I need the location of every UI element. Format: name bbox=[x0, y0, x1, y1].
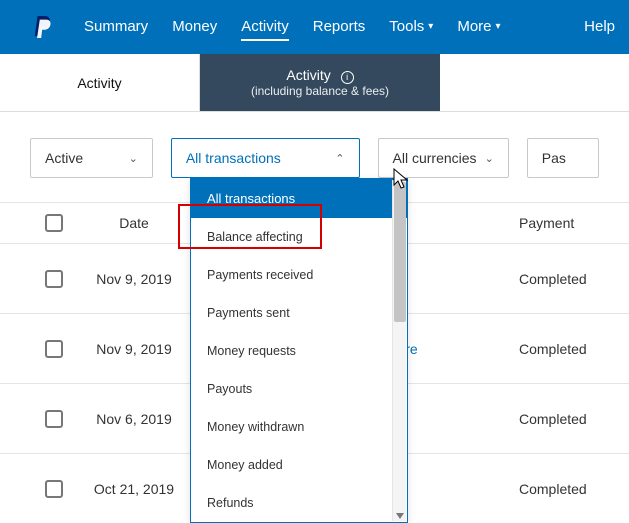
row-date: Nov 9, 2019 bbox=[74, 341, 194, 357]
dropdown-option-refunds[interactable]: Refunds bbox=[191, 484, 407, 522]
dropdown-option-payments-received[interactable]: Payments received bbox=[191, 256, 407, 294]
filter-status-label: Active bbox=[45, 150, 83, 166]
row-checkbox[interactable] bbox=[45, 410, 63, 428]
dropdown-option-money-added[interactable]: Money added bbox=[191, 446, 407, 484]
filter-transactions-label: All transactions bbox=[186, 150, 281, 166]
nav-money[interactable]: Money bbox=[172, 14, 217, 41]
row-checkbox[interactable] bbox=[45, 480, 63, 498]
paypal-logo bbox=[32, 14, 54, 40]
chevron-down-icon: ⌄ bbox=[485, 152, 494, 165]
filter-currency-label: All currencies bbox=[393, 150, 477, 166]
filter-currency[interactable]: All currencies ⌄ bbox=[378, 138, 509, 178]
nav-summary[interactable]: Summary bbox=[84, 14, 148, 41]
chevron-down-icon: ▾ bbox=[428, 21, 433, 32]
row-status: Completed bbox=[519, 271, 619, 287]
row-date: Nov 9, 2019 bbox=[74, 271, 194, 287]
row-date: Oct 21, 2019 bbox=[74, 481, 194, 497]
filter-date-range[interactable]: Pas bbox=[527, 138, 599, 178]
nav-help[interactable]: Help bbox=[584, 14, 615, 41]
subtab-activity-balance-fees[interactable]: Activity i (including balance & fees) bbox=[200, 54, 440, 111]
nav-more[interactable]: More▾ bbox=[457, 14, 500, 41]
nav-activity[interactable]: Activity bbox=[241, 14, 289, 41]
select-all-checkbox[interactable] bbox=[45, 214, 63, 232]
chevron-down-icon: ⌄ bbox=[129, 152, 138, 165]
header-payment-status[interactable]: Payment bbox=[519, 215, 619, 231]
row-status: Completed bbox=[519, 341, 619, 357]
sub-tabs: Activity Activity i (including balance &… bbox=[0, 54, 629, 112]
chevron-down-icon: ▾ bbox=[496, 21, 501, 32]
filter-status[interactable]: Active ⌄ bbox=[30, 138, 153, 178]
info-icon: i bbox=[341, 71, 354, 84]
filter-date-label: Pas bbox=[542, 150, 566, 166]
scrollbar-down-arrow[interactable] bbox=[396, 513, 404, 519]
dropdown-option-money-requests[interactable]: Money requests bbox=[191, 332, 407, 370]
row-status: Completed bbox=[519, 411, 619, 427]
subtab-label: Activity bbox=[77, 75, 121, 91]
row-status: Completed bbox=[519, 481, 619, 497]
scrollbar-thumb[interactable] bbox=[394, 182, 406, 322]
dropdown-option-balance-affecting[interactable]: Balance affecting bbox=[191, 218, 407, 256]
dropdown-option-all-transactions[interactable]: All transactions bbox=[191, 179, 407, 218]
row-date: Nov 6, 2019 bbox=[74, 411, 194, 427]
filters-bar: Active ⌄ All transactions ⌃ All currenci… bbox=[0, 112, 629, 202]
subtab-activity[interactable]: Activity bbox=[0, 54, 200, 111]
filter-transaction-type[interactable]: All transactions ⌃ bbox=[171, 138, 360, 178]
nav-reports[interactable]: Reports bbox=[313, 14, 366, 41]
subtab-subtitle: (including balance & fees) bbox=[251, 84, 389, 98]
subtab-title: Activity bbox=[286, 67, 330, 83]
row-checkbox[interactable] bbox=[45, 270, 63, 288]
top-nav: Summary Money Activity Reports Tools▾ Mo… bbox=[0, 0, 629, 54]
dropdown-scrollbar[interactable] bbox=[392, 180, 406, 521]
nav-tools[interactable]: Tools▾ bbox=[389, 14, 433, 41]
header-date[interactable]: Date bbox=[74, 215, 194, 231]
row-checkbox[interactable] bbox=[45, 340, 63, 358]
dropdown-option-money-withdrawn[interactable]: Money withdrawn bbox=[191, 408, 407, 446]
dropdown-option-payments-sent[interactable]: Payments sent bbox=[191, 294, 407, 332]
chevron-up-icon: ⌃ bbox=[335, 152, 344, 165]
transaction-type-dropdown: All transactions Balance affecting Payme… bbox=[190, 178, 408, 523]
dropdown-option-payouts[interactable]: Payouts bbox=[191, 370, 407, 408]
